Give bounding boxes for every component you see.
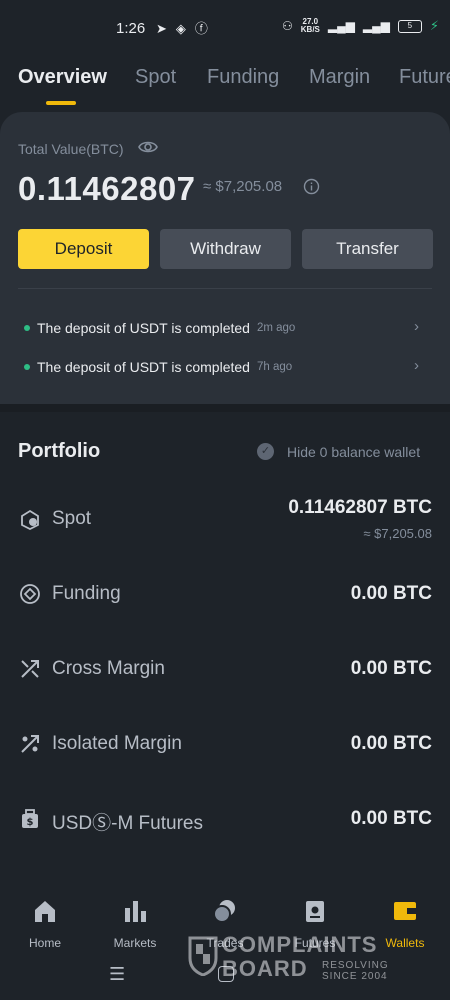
- home-icon: [0, 894, 90, 928]
- funding-icon: [19, 583, 41, 605]
- trades-icon: [180, 894, 270, 928]
- divider: [18, 288, 432, 289]
- nav-markets[interactable]: Markets: [90, 894, 180, 950]
- status-dot: [24, 325, 30, 331]
- signal-icon: ▂▄▆: [327, 19, 355, 33]
- total-value-label: Total Value(BTC): [18, 141, 124, 157]
- overview-card: Total Value(BTC) 0.11462807 ≈ $7,205.08 …: [0, 112, 450, 404]
- total-value-usd: ≈ $7,205.08: [203, 178, 283, 195]
- row-label-cross-margin[interactable]: Cross Margin: [52, 658, 165, 680]
- info-icon[interactable]: [303, 178, 320, 200]
- telegram-icon: ➤: [156, 21, 167, 36]
- battery-icon: 5: [397, 19, 422, 33]
- withdraw-button[interactable]: Withdraw: [160, 229, 291, 269]
- nav-home[interactable]: Home: [0, 894, 90, 950]
- row-value-usdm-futures: 0.00 BTC: [350, 808, 432, 829]
- wallet-tabs: Overview Spot Funding Margin Futures: [0, 58, 450, 110]
- charging-icon: ⚡: [429, 18, 439, 33]
- row-label-funding[interactable]: Funding: [52, 583, 121, 605]
- spot-icon: [19, 508, 41, 531]
- tab-funding[interactable]: Funding: [207, 66, 279, 89]
- status-bar: 1:26 ➤ ◈ ⓕ ⚇ 27.0 KB/S ▂▄▆ ▂▄▆ 5 ⚡: [0, 0, 450, 58]
- tab-futures[interactable]: Futures: [399, 66, 450, 89]
- chevron-right-icon[interactable]: ›: [414, 318, 419, 335]
- cross-margin-icon: [19, 658, 41, 680]
- markets-icon: [90, 894, 180, 928]
- tab-margin[interactable]: Margin: [309, 66, 370, 89]
- network-speed: 27.0 KB/S: [300, 17, 320, 34]
- tab-overview[interactable]: Overview: [18, 66, 107, 89]
- deposit-button[interactable]: Deposit: [18, 229, 149, 269]
- row-label-usdm-futures[interactable]: USDⓈ-M Futures: [52, 808, 203, 835]
- notice-item[interactable]: The deposit of USDT is completed 7h ago: [24, 357, 292, 377]
- row-label-spot[interactable]: Spot: [52, 508, 91, 530]
- total-value: 0.11462807: [18, 170, 196, 207]
- watermark: COMPLAINTS BOARD RESOLVING SINCE 2004: [188, 932, 408, 982]
- notice-item[interactable]: The deposit of USDT is completed 2m ago: [24, 318, 295, 338]
- svg-text:$: $: [27, 817, 34, 828]
- row-label-isolated-margin[interactable]: Isolated Margin: [52, 733, 182, 755]
- futures-icon: $: [19, 808, 41, 830]
- signal-2-icon: ▂▄▆: [362, 19, 390, 33]
- isolated-margin-icon: [19, 733, 41, 755]
- tab-spot[interactable]: Spot: [135, 66, 176, 89]
- facebook-icon: ⓕ: [194, 21, 208, 36]
- row-value-funding: 0.00 BTC: [350, 583, 432, 604]
- menu-icon[interactable]: ☰: [109, 964, 125, 985]
- status-system-icons: ⚇ 27.0 KB/S ▂▄▆ ▂▄▆ 5 ⚡: [282, 18, 439, 34]
- shield-icon: [188, 934, 218, 981]
- transfer-button[interactable]: Transfer: [302, 229, 433, 269]
- chevron-right-icon[interactable]: ›: [414, 357, 419, 374]
- futures-nav-icon: [270, 894, 360, 928]
- wallet-icon: [360, 894, 450, 928]
- row-sub-spot: ≈ $7,205.08: [363, 526, 432, 541]
- portfolio-title: Portfolio: [18, 440, 101, 462]
- status-notification-icons: ➤ ◈ ⓕ: [156, 22, 208, 36]
- row-value-spot: 0.11462807 BTC: [288, 497, 432, 518]
- hide-zero-balance-toggle[interactable]: Hide 0 balance wallet: [287, 444, 420, 460]
- alarm-icon: ⚇: [282, 19, 293, 33]
- status-time: 1:26: [116, 20, 146, 37]
- status-dot: [24, 364, 30, 370]
- check-icon[interactable]: ✓: [257, 443, 274, 460]
- eye-icon[interactable]: [138, 139, 158, 160]
- row-value-cross-margin: 0.00 BTC: [350, 658, 432, 679]
- binance-icon: ◈: [175, 21, 186, 36]
- section-divider: [0, 404, 450, 412]
- row-value-isolated-margin: 0.00 BTC: [350, 733, 432, 754]
- active-tab-indicator: [46, 101, 76, 105]
